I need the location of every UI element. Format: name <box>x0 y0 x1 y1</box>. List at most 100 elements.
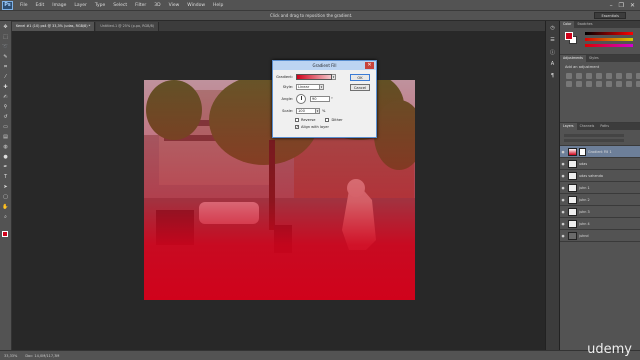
move-tool-icon[interactable]: ✥ <box>2 23 10 31</box>
layer-row[interactable]: ● juhn 2 <box>560 194 640 206</box>
eyedropper-tool-icon[interactable]: ⁄ <box>2 73 10 81</box>
visibility-eye-icon[interactable]: ● <box>560 186 566 190</box>
menu-filter[interactable]: Filter <box>131 0 150 11</box>
layer-row[interactable]: ● udas <box>560 158 640 170</box>
blue-slider[interactable] <box>585 44 633 47</box>
menu-3d[interactable]: 3D <box>150 0 164 11</box>
chevron-down-icon[interactable]: ▾ <box>332 74 336 80</box>
visibility-eye-icon[interactable]: ● <box>560 234 566 238</box>
healing-tool-icon[interactable]: ✚ <box>2 83 10 91</box>
visibility-eye-icon[interactable]: ● <box>560 162 566 166</box>
color-lookup-icon[interactable] <box>586 81 592 87</box>
crop-tool-icon[interactable]: ⌗ <box>2 63 10 71</box>
hand-tool-icon[interactable]: ✋ <box>2 203 10 211</box>
levels-icon[interactable] <box>576 73 582 79</box>
dither-checkbox[interactable] <box>325 118 330 122</box>
dialog-titlebar[interactable]: Gradient Fill ✕ <box>273 61 376 70</box>
foreground-color-swatch[interactable] <box>2 231 8 237</box>
type-tool-icon[interactable]: T <box>2 173 10 181</box>
workspace-switcher[interactable]: Essentials <box>594 12 626 19</box>
color-balance-icon[interactable] <box>626 73 632 79</box>
visibility-eye-icon[interactable]: ● <box>560 222 566 226</box>
visibility-eye-icon[interactable]: ● <box>560 210 566 214</box>
tab-color[interactable]: Color <box>560 21 575 28</box>
ok-button[interactable]: OK <box>350 74 370 81</box>
selective-color-icon[interactable] <box>636 81 640 87</box>
shape-tool-icon[interactable]: ▢ <box>2 193 10 201</box>
gradient-tool-icon[interactable]: ▤ <box>2 133 10 141</box>
dialog-close-icon[interactable]: ✕ <box>365 62 374 69</box>
pen-tool-icon[interactable]: ✒ <box>2 163 10 171</box>
menu-edit[interactable]: Edit <box>32 0 49 11</box>
menu-select[interactable]: Select <box>109 0 131 11</box>
tab-kenel[interactable]: Kenel #1 (10) ps4 @ 33,3% (udas, RGB/8) … <box>12 22 96 31</box>
black-white-icon[interactable] <box>636 73 640 79</box>
zoom-tool-icon[interactable]: ⌕ <box>2 213 10 221</box>
angle-wheel[interactable] <box>296 94 306 104</box>
scale-input[interactable]: 100 <box>296 108 316 114</box>
layer-row[interactable]: ● udas vahenda <box>560 170 640 182</box>
brush-tool-icon[interactable]: ✍ <box>2 93 10 101</box>
tab-untitled[interactable]: Untitled-1 @ 25% (p.po, RGB/8) <box>96 22 160 31</box>
style-chevron-icon[interactable]: ▾ <box>320 84 324 90</box>
layer-row[interactable]: ● Gradient Fill 1 <box>560 146 640 158</box>
paragraph-icon[interactable]: ¶ <box>548 73 557 81</box>
history-icon[interactable]: ◷ <box>548 25 557 33</box>
blur-tool-icon[interactable]: ◍ <box>2 143 10 151</box>
info-icon[interactable]: ⓘ <box>548 49 557 57</box>
blend-mode-select[interactable] <box>564 133 624 137</box>
close-icon[interactable]: ✕ <box>630 2 635 9</box>
channel-mixer-icon[interactable] <box>576 81 582 87</box>
properties-icon[interactable]: ☰ <box>548 37 557 45</box>
menu-type[interactable]: Type <box>91 0 109 11</box>
hue-saturation-icon[interactable] <box>616 73 622 79</box>
marquee-tool-icon[interactable]: ⬚ <box>2 33 10 41</box>
visibility-eye-icon[interactable]: ● <box>560 198 566 202</box>
tab-channels[interactable]: Channels <box>577 123 598 130</box>
photo-filter-icon[interactable] <box>566 81 572 87</box>
menu-layer[interactable]: Layer <box>70 0 91 11</box>
character-icon[interactable]: A <box>548 61 557 69</box>
visibility-eye-icon[interactable]: ● <box>560 174 566 178</box>
menu-file[interactable]: File <box>16 0 32 11</box>
posterize-icon[interactable] <box>606 81 612 87</box>
scale-chevron-icon[interactable]: ▾ <box>316 108 320 114</box>
gradient-preview[interactable] <box>296 74 332 80</box>
tab-layers[interactable]: Layers <box>560 123 577 130</box>
invert-icon[interactable] <box>596 81 602 87</box>
brightness-icon[interactable] <box>566 73 572 79</box>
path-select-tool-icon[interactable]: ➤ <box>2 183 10 191</box>
tab-adjustments[interactable]: Adjustments <box>560 55 586 62</box>
layer-row[interactable]: ● juhn 1 <box>560 182 640 194</box>
threshold-icon[interactable] <box>616 81 622 87</box>
cancel-button[interactable]: Cancel <box>350 84 370 91</box>
layer-row[interactable]: ● juhn 4 <box>560 218 640 230</box>
angle-input[interactable]: 90 <box>310 96 330 102</box>
exposure-icon[interactable] <box>596 73 602 79</box>
lasso-tool-icon[interactable]: ➰ <box>2 43 10 51</box>
style-select[interactable]: Linear <box>296 84 320 90</box>
visibility-eye-icon[interactable]: ● <box>560 150 566 154</box>
zoom-level[interactable]: 33,33% <box>4 354 17 358</box>
menu-image[interactable]: Image <box>48 0 70 11</box>
red-slider[interactable] <box>585 32 633 35</box>
tab-paths[interactable]: Paths <box>597 123 612 130</box>
gradient-map-icon[interactable] <box>626 81 632 87</box>
clone-stamp-tool-icon[interactable]: ⚲ <box>2 103 10 111</box>
panel-foreground-swatch[interactable] <box>565 32 573 40</box>
restore-icon[interactable]: ❐ <box>619 2 624 9</box>
menu-window[interactable]: Window <box>183 0 209 11</box>
curves-icon[interactable] <box>586 73 592 79</box>
minimize-icon[interactable]: – <box>610 2 613 9</box>
green-slider[interactable] <box>585 38 633 41</box>
layer-row[interactable]: ● juhn 3 <box>560 206 640 218</box>
tab-styles[interactable]: Styles <box>586 55 602 62</box>
dodge-tool-icon[interactable]: ● <box>2 153 10 161</box>
tab-swatches[interactable]: Swatches <box>574 21 595 28</box>
align-checkbox[interactable]: ✓ <box>295 125 299 129</box>
lock-options[interactable] <box>564 138 624 142</box>
vibrance-icon[interactable] <box>606 73 612 79</box>
layer-row[interactable]: ● juhnd <box>560 230 640 242</box>
eraser-tool-icon[interactable]: ▭ <box>2 123 10 131</box>
quick-select-tool-icon[interactable]: ✎ <box>2 53 10 61</box>
